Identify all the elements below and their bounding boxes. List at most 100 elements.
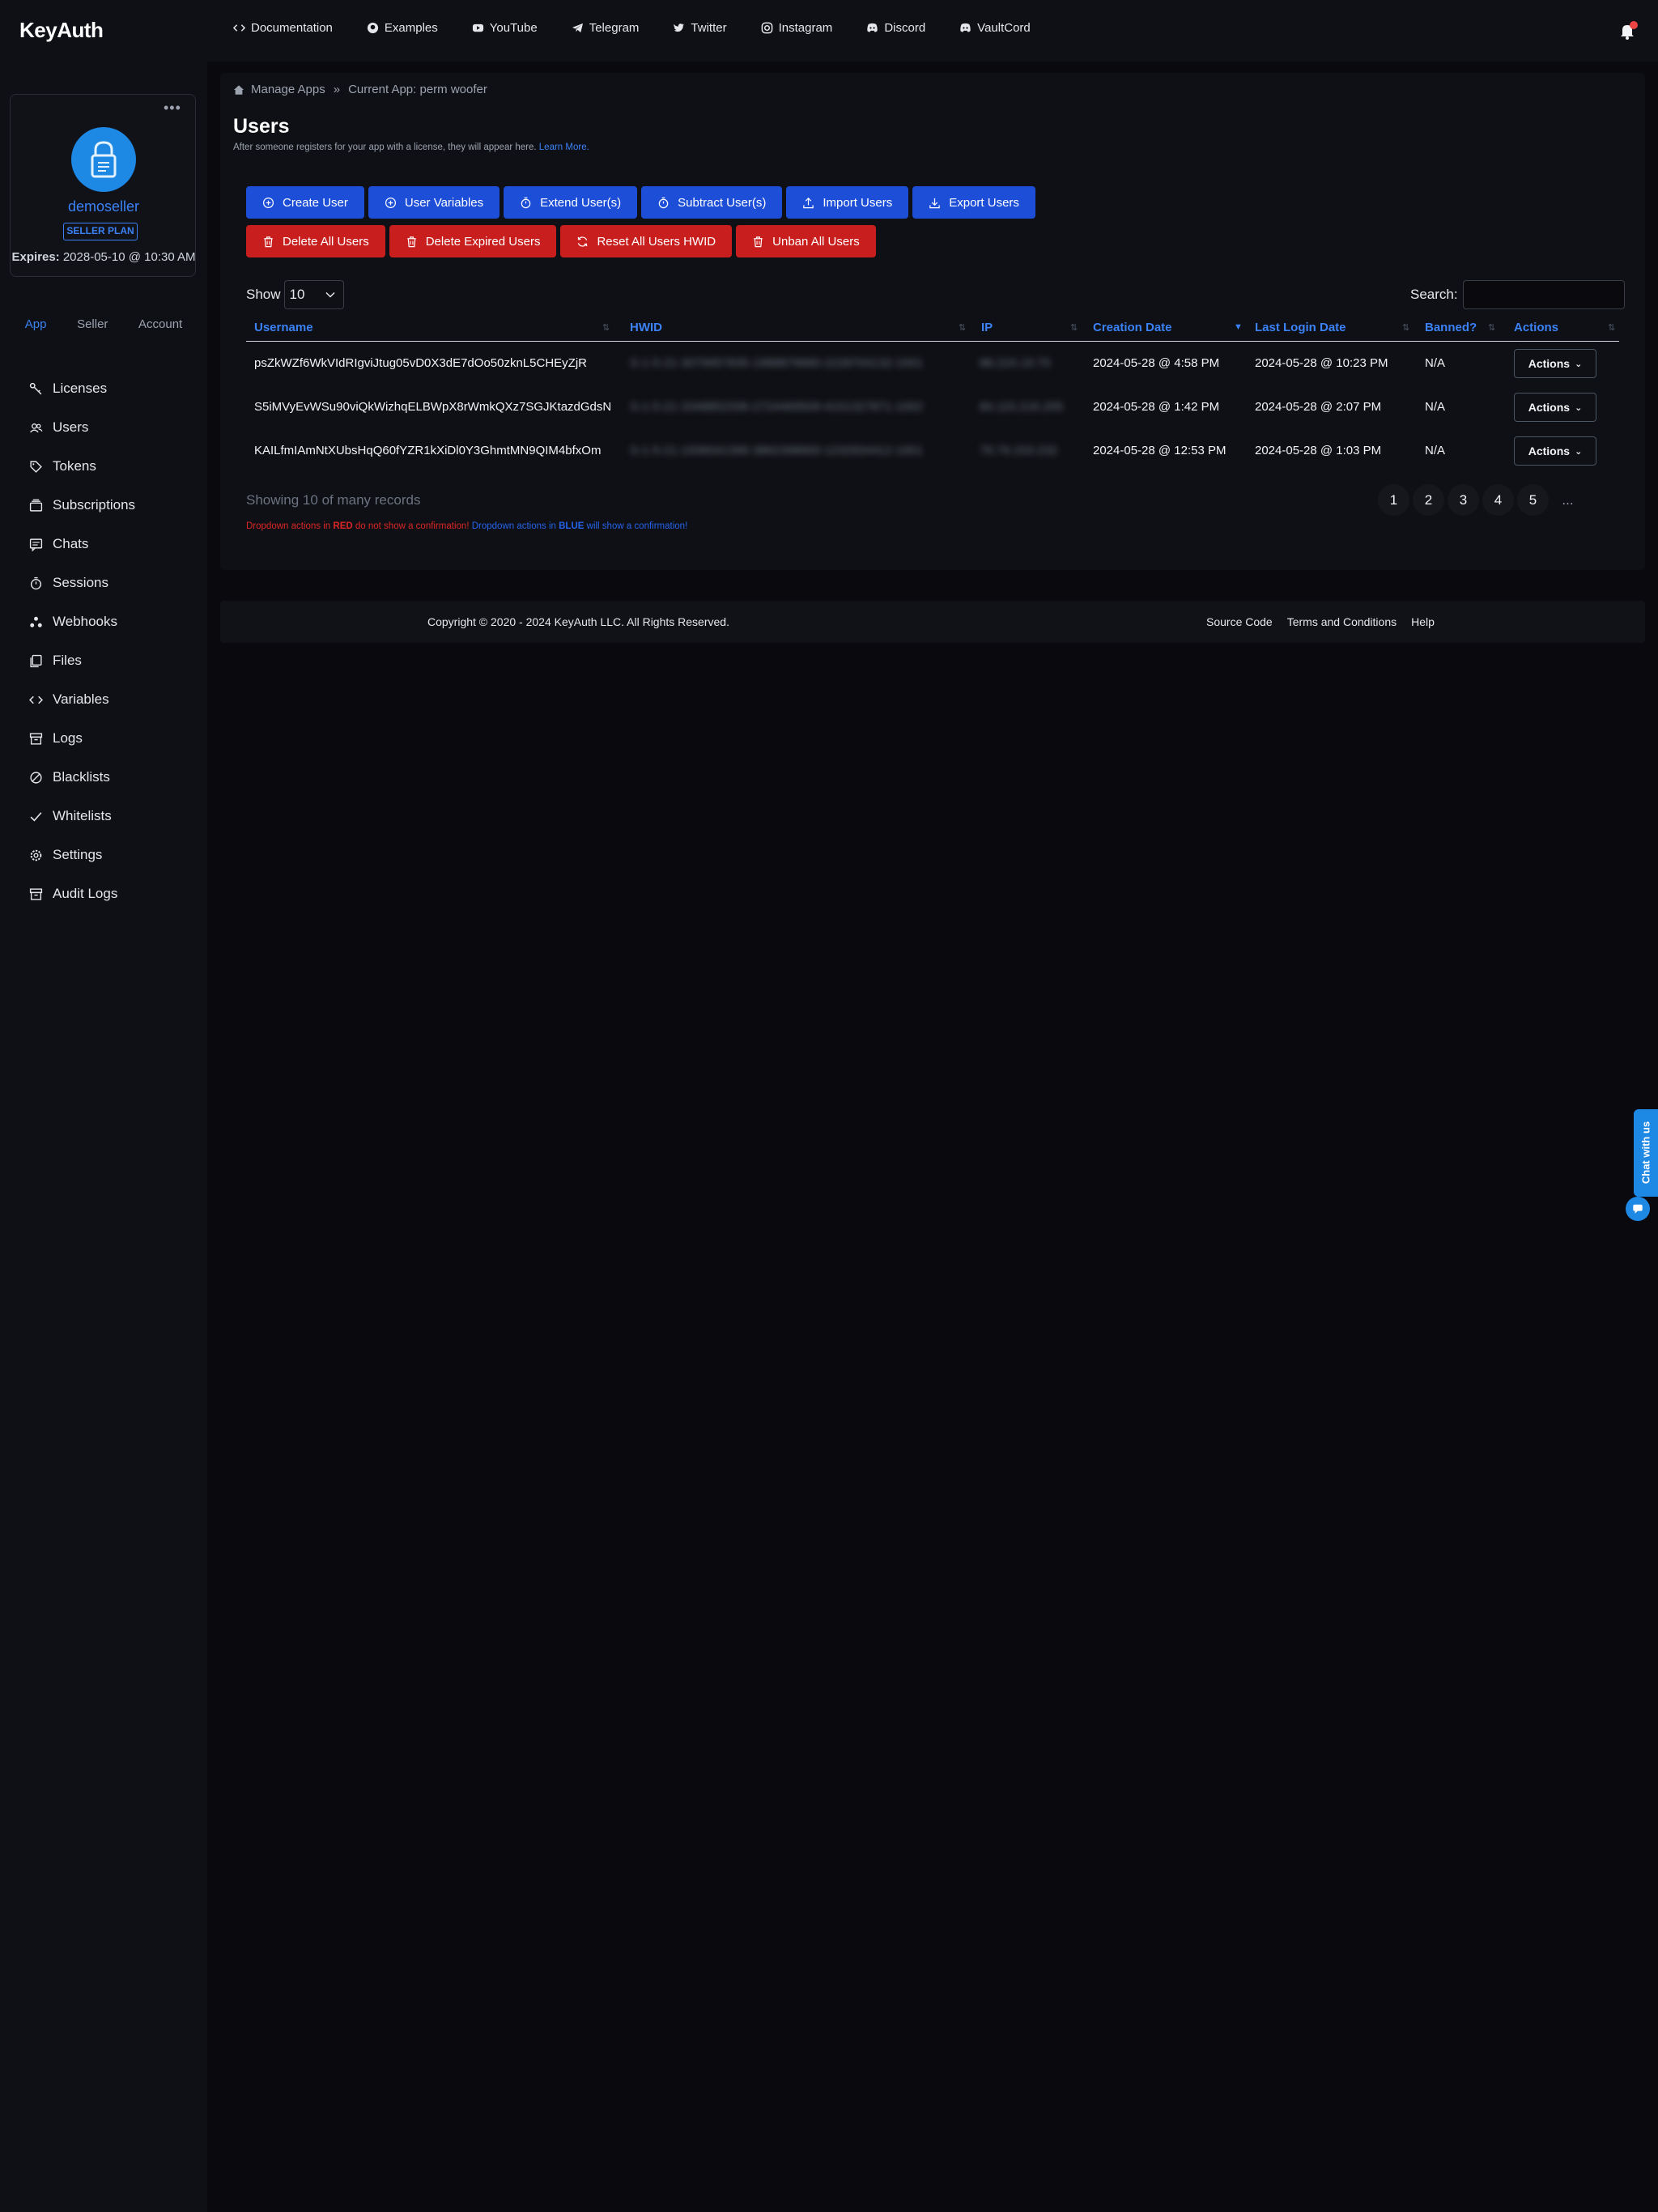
tab-seller[interactable]: Seller <box>77 317 108 331</box>
button-label: Delete All Users <box>283 234 369 249</box>
breadcrumb-manage-apps[interactable]: Manage Apps <box>251 83 325 96</box>
tab-app[interactable]: App <box>25 317 47 331</box>
nav-youtube[interactable]: YouTube <box>472 21 538 35</box>
column-ip[interactable]: IP <box>981 321 993 334</box>
plus-circle-icon <box>385 197 396 208</box>
nav-discord[interactable]: Discord <box>866 21 925 35</box>
sidebar-item-tokens[interactable]: Tokens <box>29 447 135 486</box>
nav-vaultcord[interactable]: VaultCord <box>959 21 1031 35</box>
nav-twitter[interactable]: Twitter <box>673 21 727 35</box>
footer: Copyright © 2020 - 2024 KeyAuth LLC. All… <box>220 601 1645 643</box>
nav-examples[interactable]: Examples <box>367 21 438 35</box>
sidebar-menu: Licenses Users Tokens Subscriptions Chat… <box>29 369 135 913</box>
unban-all-users-button[interactable]: Unban All Users <box>736 225 876 257</box>
page-button-1[interactable]: 1 <box>1378 484 1409 516</box>
nav-label: Twitter <box>691 21 727 35</box>
column-banned[interactable]: Banned? <box>1425 321 1477 334</box>
more-options-icon[interactable]: ••• <box>164 100 181 117</box>
page-button-5[interactable]: 5 <box>1517 484 1549 516</box>
nav-label: Examples <box>384 21 438 35</box>
reset-all-hwid-button[interactable]: Reset All Users HWID <box>560 225 733 257</box>
extend-users-button[interactable]: Extend User(s) <box>504 186 638 219</box>
cell-creation-date: 2024-05-28 @ 12:53 PM <box>1093 444 1226 457</box>
twitter-icon <box>674 23 685 32</box>
column-actions[interactable]: Actions <box>1514 321 1558 334</box>
gear-icon <box>30 849 42 861</box>
timer-icon <box>30 576 42 589</box>
footer-link-help[interactable]: Help <box>1411 615 1435 628</box>
footer-link-terms[interactable]: Terms and Conditions <box>1287 615 1397 628</box>
column-hwid[interactable]: HWID <box>630 321 662 334</box>
profile-card: ••• demoseller SELLER PLAN Expires: 2028… <box>10 94 196 277</box>
tag-icon <box>30 460 42 473</box>
chevron-down-icon: ⌄ <box>1575 359 1583 369</box>
sidebar-item-blacklists[interactable]: Blacklists <box>29 758 135 797</box>
sidebar-tabs: App Seller Account <box>0 317 207 331</box>
sidebar-item-audit-logs[interactable]: Audit Logs <box>29 874 135 913</box>
sidebar-item-webhooks[interactable]: Webhooks <box>29 602 135 641</box>
subtract-users-button[interactable]: Subtract User(s) <box>641 186 783 219</box>
trash-icon <box>407 236 416 247</box>
sidebar-item-licenses[interactable]: Licenses <box>29 369 135 408</box>
actions-label: Actions <box>1528 357 1571 370</box>
cell-username: psZkWZf6WkVIdRIgviJtug05vD0X3dE7dOo50zkn… <box>254 356 587 370</box>
nav-instagram[interactable]: Instagram <box>761 21 832 35</box>
code-icon <box>233 24 245 32</box>
instagram-icon <box>761 22 772 34</box>
button-label: Create User <box>283 195 348 210</box>
column-username[interactable]: Username <box>254 321 313 334</box>
cell-banned: N/A <box>1425 400 1446 414</box>
sidebar-item-whitelists[interactable]: Whitelists <box>29 797 135 836</box>
sidebar-item-label: Tokens <box>53 458 96 474</box>
table-search: Search: <box>1410 280 1625 309</box>
tab-account[interactable]: Account <box>138 317 182 331</box>
learn-more-link[interactable]: Learn More. <box>539 143 589 152</box>
table-row: S5iMVyEvWSu90viQkWizhqELBWpX8rWmkQXz7SGJ… <box>246 385 1619 429</box>
column-last-login-date[interactable]: Last Login Date <box>1255 321 1346 334</box>
import-users-button[interactable]: Import Users <box>786 186 909 219</box>
download-icon <box>929 198 940 208</box>
user-variables-button[interactable]: User Variables <box>368 186 500 219</box>
sidebar-item-files[interactable]: Files <box>29 641 135 680</box>
sidebar-item-variables[interactable]: Variables <box>29 680 135 719</box>
sidebar-item-label: Licenses <box>53 381 108 396</box>
nav-telegram[interactable]: Telegram <box>572 21 639 35</box>
delete-all-users-button[interactable]: Delete All Users <box>246 225 385 257</box>
sidebar-item-settings[interactable]: Settings <box>29 836 135 874</box>
page-subtitle-text: After someone registers for your app wit… <box>233 143 537 152</box>
row-actions-dropdown[interactable]: Actions ⌄ <box>1514 349 1596 378</box>
search-input[interactable] <box>1462 280 1625 309</box>
row-actions-dropdown[interactable]: Actions ⌄ <box>1514 436 1596 466</box>
sort-icon: ⇅ <box>1402 323 1410 333</box>
page-length-select[interactable]: 10 <box>283 280 344 309</box>
chat-tab-label: Chat with us <box>1639 1121 1652 1185</box>
code-icon <box>29 696 43 704</box>
chat-icon <box>29 538 43 551</box>
column-creation-date[interactable]: Creation Date <box>1093 321 1172 334</box>
footer-link-source-code[interactable]: Source Code <box>1206 615 1273 628</box>
sidebar-item-label: Whitelists <box>53 808 112 823</box>
page-button-4[interactable]: 4 <box>1482 484 1514 516</box>
trash-icon <box>754 236 763 247</box>
page-ellipsis: ... <box>1562 491 1574 508</box>
create-user-button[interactable]: Create User <box>246 186 364 219</box>
sidebar-item-label: Webhooks <box>53 614 118 629</box>
button-label: User Variables <box>404 195 484 210</box>
sidebar-item-subscriptions[interactable]: Subscriptions <box>29 486 135 525</box>
export-users-button[interactable]: Export Users <box>912 186 1035 219</box>
sidebar-item-chats[interactable]: Chats <box>29 525 135 564</box>
page-button-2[interactable]: 2 <box>1413 484 1444 516</box>
chat-with-us-tab[interactable]: Chat with us <box>1634 1109 1658 1197</box>
brand-logo[interactable]: KeyAuth <box>19 18 104 43</box>
sidebar-item-users[interactable]: Users <box>29 408 135 447</box>
nav-documentation[interactable]: Documentation <box>233 21 333 35</box>
ban-icon <box>30 771 42 784</box>
chevron-down-icon: ⌄ <box>1575 446 1583 457</box>
webhook-icon <box>30 616 42 627</box>
row-actions-dropdown[interactable]: Actions ⌄ <box>1514 393 1596 422</box>
sidebar-item-logs[interactable]: Logs <box>29 719 135 758</box>
chat-bubble-icon[interactable] <box>1626 1197 1650 1221</box>
delete-expired-users-button[interactable]: Delete Expired Users <box>389 225 557 257</box>
page-button-3[interactable]: 3 <box>1448 484 1479 516</box>
sidebar-item-sessions[interactable]: Sessions <box>29 564 135 602</box>
